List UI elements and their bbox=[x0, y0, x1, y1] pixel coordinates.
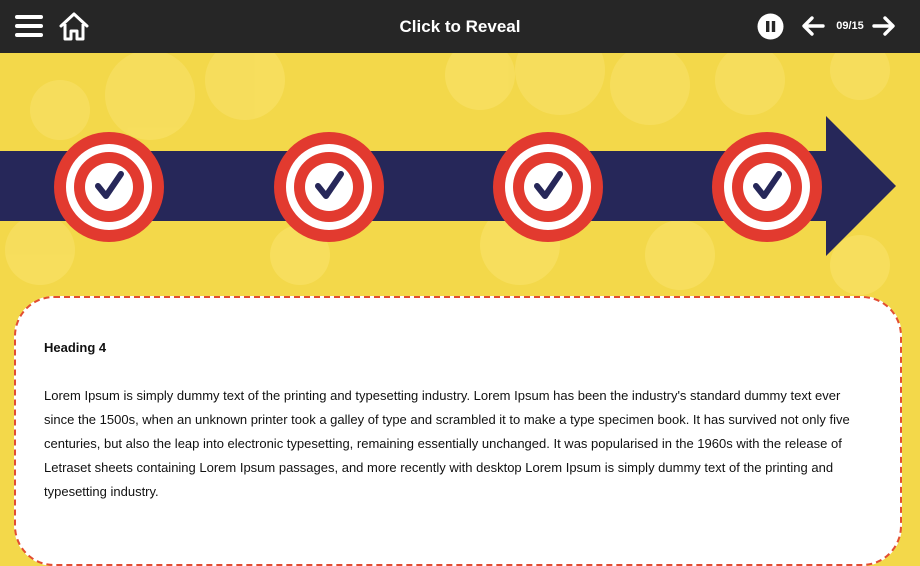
timeline-marker-1[interactable] bbox=[54, 132, 164, 242]
arrow-left-icon[interactable] bbox=[801, 15, 825, 37]
reveal-content-card: Heading 4 Lorem Ipsum is simply dummy te… bbox=[14, 296, 902, 566]
top-bar: Click to Reveal 09/15 bbox=[0, 0, 920, 53]
page-indicator: 09/15 bbox=[836, 20, 864, 32]
arrow-right-icon[interactable] bbox=[872, 15, 896, 37]
content-body: Lorem Ipsum is simply dummy text of the … bbox=[44, 388, 850, 499]
timeline-marker-3[interactable] bbox=[493, 132, 603, 242]
content-heading: Heading 4 bbox=[44, 340, 107, 355]
timeline-marker-2[interactable] bbox=[274, 132, 384, 242]
pause-icon[interactable] bbox=[757, 13, 784, 40]
timeline-marker-4[interactable] bbox=[712, 132, 822, 242]
timeline-arrow-head bbox=[826, 116, 896, 256]
